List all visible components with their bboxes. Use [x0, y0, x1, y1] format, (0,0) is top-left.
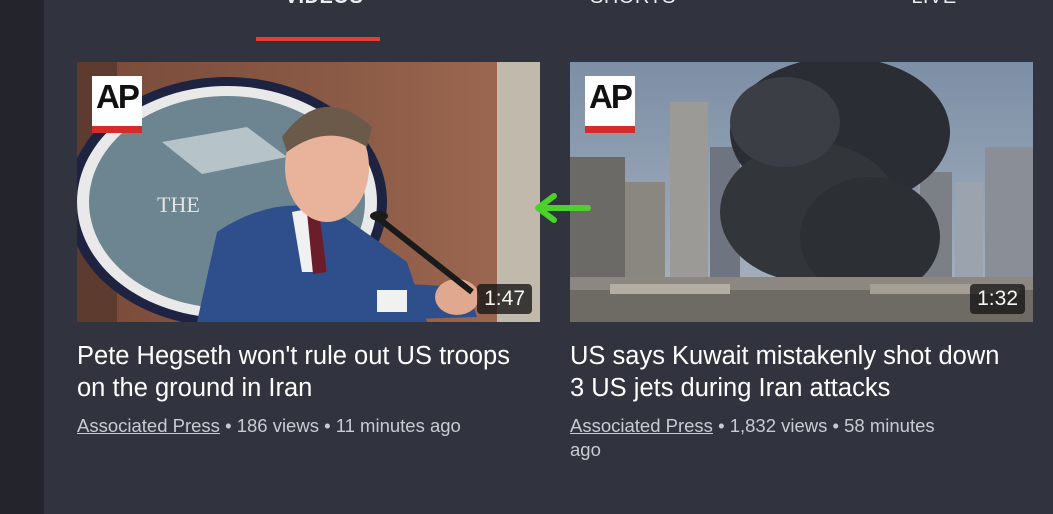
channel-link[interactable]: Associated Press	[77, 415, 220, 436]
active-tab-indicator	[256, 37, 380, 41]
ap-logo: AP	[92, 76, 142, 133]
side-rail	[0, 0, 44, 514]
left-arrow-icon	[535, 193, 591, 223]
tab-live[interactable]: LIVE	[899, 0, 969, 16]
video-thumbnail[interactable]: AP 1:32	[570, 62, 1033, 322]
video-thumbnail[interactable]: THE AP 1:47	[77, 62, 540, 322]
video-title[interactable]: Pete Hegseth won't rule out US troops on…	[77, 340, 517, 404]
channel-link[interactable]: Associated Press	[570, 415, 713, 436]
video-card-2[interactable]: AP 1:32 US says Kuwait mistakenly shot d…	[570, 62, 1033, 462]
video-title[interactable]: US says Kuwait mistakenly shot down 3 US…	[570, 340, 1010, 404]
tab-videos[interactable]: VIDEOS	[275, 0, 373, 16]
thumbnail-image	[570, 62, 1033, 322]
ap-logo: AP	[585, 76, 635, 133]
video-stats: • 186 views • 11 minutes ago	[219, 415, 461, 436]
video-duration: 1:47	[477, 284, 532, 314]
tab-shorts[interactable]: SHORTS	[581, 0, 685, 16]
channel-tabs: VIDEOS SHORTS LIVE	[44, 0, 1053, 44]
svg-text:THE: THE	[157, 192, 200, 217]
thumbnail-image: THE	[77, 62, 540, 322]
video-meta: Associated Press • 186 views • 11 minute…	[77, 414, 477, 438]
video-duration: 1:32	[970, 284, 1025, 314]
video-meta: Associated Press • 1,832 views • 58 minu…	[570, 414, 970, 462]
video-card-1[interactable]: THE AP 1:47 Pete Hegseth won't rule out …	[77, 62, 540, 438]
